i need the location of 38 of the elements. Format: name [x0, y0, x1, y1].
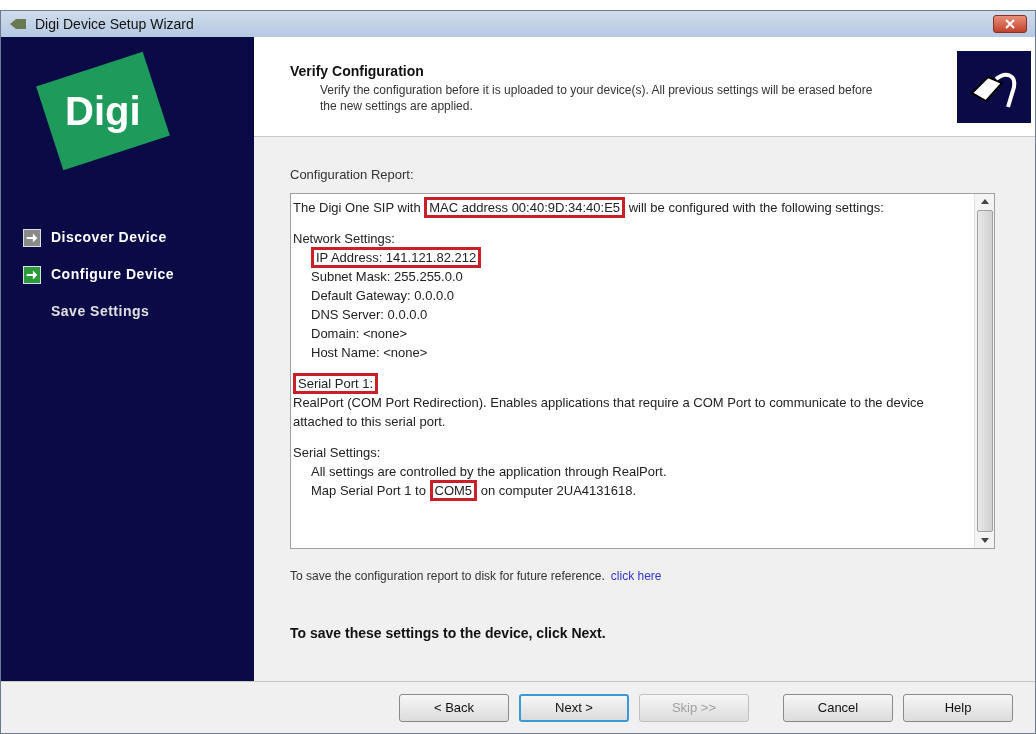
wizard-button[interactable]: < Back [399, 693, 509, 722]
report-text: Host Name: <none> [311, 344, 428, 360]
highlighted-text: IP Address: 141.121.82.212 [311, 246, 482, 268]
highlighted-text: MAC address 00:40:9D:34:40:E5 [424, 196, 626, 218]
highlighted-text: COM5 [429, 479, 478, 501]
wizard-button[interactable]: Next > [519, 693, 629, 722]
step-label: Discover Device [51, 228, 167, 247]
header-title: Verify Configuration [290, 62, 425, 81]
header-description: Verify the configuration before it is uploaded to your device(s). All previous settings will be erased before the new settings are applied. [320, 82, 874, 114]
report-text: on computer 2UA4131618. [479, 482, 637, 498]
report-text: Default Gateway: 0.0.0.0 [311, 287, 455, 303]
app-icon [9, 18, 27, 30]
window-title: Digi Device Setup Wizard [35, 14, 195, 34]
report-text: All settings are controlled by the application through RealPort. [311, 463, 667, 479]
highlighted-text: Serial Port 1: [293, 372, 379, 394]
report-text: Subnet Mask: 255.255.0.0 [311, 268, 463, 284]
report-text: will be configured with the following settings: [627, 199, 884, 215]
scroll-up-icon [980, 197, 989, 204]
report-text: Serial Settings: [293, 444, 381, 460]
scroll-thumb[interactable] [976, 209, 993, 532]
report-text: RealPort (COM Port Redirection). Enables applications that require a COM Port to communicate to the device attached to this serial port. [293, 394, 925, 429]
report-text: DNS Server: 0.0.0.0 [311, 306, 428, 322]
scroll-down-icon [980, 537, 989, 544]
wizard-button[interactable]: Help [903, 693, 1013, 722]
report-label: Configuration Report: [290, 166, 415, 184]
close-icon [1005, 19, 1015, 29]
step-label: Configure Device [51, 265, 175, 284]
logo: Digi [36, 51, 170, 171]
click-here-link[interactable]: click here [610, 566, 662, 585]
instruction-text: To save these settings to the device, click Next. [290, 623, 607, 643]
step-label: Save Settings [51, 302, 150, 321]
report-text: Map Serial Port 1 to [311, 482, 427, 498]
wizard-button[interactable]: Cancel [783, 693, 893, 722]
report-text: The Digi One SIP with [293, 199, 422, 215]
save-note: To save the configuration report to disk for future reference. [290, 567, 605, 585]
report-text: Domain: <none> [311, 325, 408, 341]
report-text: Network Settings: [293, 230, 395, 246]
close-button[interactable] [993, 15, 1027, 33]
